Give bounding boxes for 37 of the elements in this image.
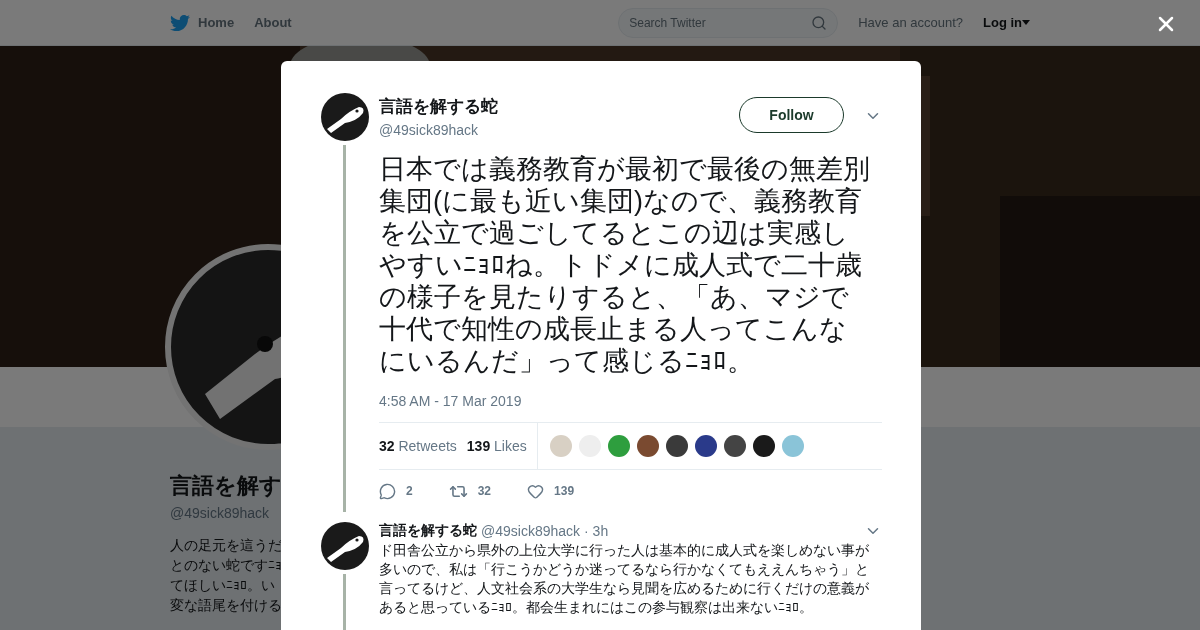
search-field[interactable]: Search Twitter — [618, 7, 839, 38]
user-avatar — [321, 93, 369, 141]
liker-avatar[interactable] — [636, 435, 659, 457]
reply-action[interactable]: 2 — [379, 482, 413, 500]
profile-handle: @49sick89hack — [170, 505, 270, 521]
profile-name: 言語を解す — [170, 472, 282, 500]
user-name[interactable]: 言語を解する蛇 — [379, 95, 739, 118]
caret-icon — [1022, 20, 1030, 25]
bio-line: とのない蛇ですﾆｮ — [170, 556, 282, 575]
account-prompt: Have an account? — [858, 15, 963, 30]
liker-avatar[interactable] — [694, 435, 717, 457]
reply-name[interactable]: 言語を解する蛇 — [379, 522, 477, 540]
reply-icon — [379, 482, 396, 500]
login-link[interactable]: Log in — [983, 15, 1030, 30]
tweet-text: 日本では義務教育が最初で最後の無差別集団(に最も近い集団)なので、義務教育を公立で過ごしてるとこの辺は実感しやすいﾆｮﾛね。トドメに成人式で二十歳の様子を見たりすると、「あ、マジで十代で知性の成長止まる人ってこんなにいるんだ」って感じるﾆｮﾛ。 — [379, 153, 871, 377]
like-action[interactable]: 139 — [527, 482, 575, 500]
follow-button[interactable]: Follow — [739, 97, 844, 133]
tweet-timestamp: 4:58 AM - 17 Mar 2019 — [379, 393, 523, 409]
bio-line: 人の足元を這うだ — [170, 536, 282, 555]
reply-text: ド田舎公立から県外の上位大学に行った人は基本的に成人式を楽しめない事が多いので、私は「行こうかどうか迷ってるなら行かなくてもええんちゃう」と言ってるけど、人文社会系の大学生なら見聞を広めるために行くだけの意義があると思っているﾆｮﾛ。都会生まれにはこの参与観察は出来ないﾆｮﾛ。 — [379, 542, 870, 617]
bird-icon — [170, 12, 190, 33]
nav-link[interactable]: Home — [170, 12, 235, 33]
user-avatar — [321, 522, 369, 570]
retweet-count[interactable]: 32 Retweets — [379, 438, 457, 454]
reply-time: · 3h — [584, 523, 609, 539]
user-handle[interactable]: @49sick89hack — [379, 122, 739, 138]
bio-line: てほしいﾆｮﾛ。い — [170, 576, 275, 595]
like-count[interactable]: 139 Likes — [466, 438, 527, 454]
retweet-action[interactable]: 32 — [448, 481, 492, 501]
liker-avatar[interactable] — [665, 435, 688, 457]
heart-icon — [527, 482, 545, 500]
bio-line: 変な語尾を付ける — [170, 596, 282, 615]
search-icon — [811, 14, 828, 31]
liker-avatar[interactable] — [723, 435, 746, 457]
liker-avatar[interactable] — [752, 435, 775, 457]
reply-handle[interactable]: @49sick89hack — [481, 523, 581, 539]
nav-link[interactable]: About — [254, 15, 292, 30]
